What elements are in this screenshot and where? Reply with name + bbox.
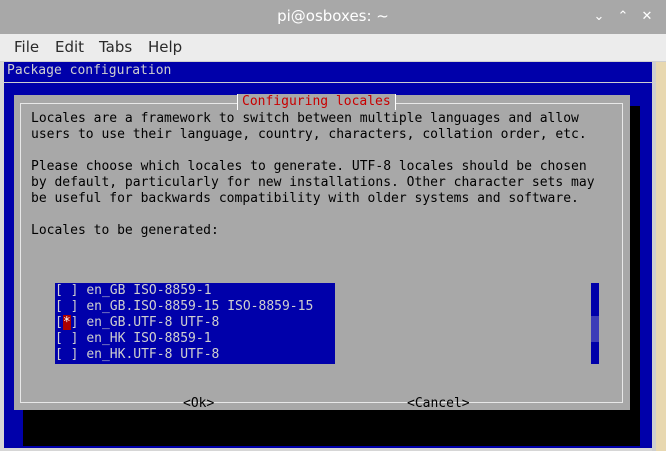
window-titlebar[interactable]: pi@osboxes: ~ ⌄ ⌃ ✕ [0, 0, 666, 35]
list-item[interactable]: [ ] en_HK.UTF-8 UTF-8 [55, 347, 219, 363]
locale-checkbox[interactable] [63, 283, 71, 298]
instructions-line-3: be useful for backwards compatibility wi… [31, 191, 579, 206]
backtitle: Package configuration [7, 63, 172, 78]
locale-checkbox-checked[interactable]: * [62, 315, 71, 330]
cancel-button[interactable]: <Cancel> [407, 396, 470, 412]
locales-dialog: Configuring locales Locales are a framew… [14, 94, 630, 412]
menu-edit[interactable]: Edit [55, 38, 84, 56]
minimize-icon[interactable]: ⌄ [590, 8, 608, 26]
dialog-shadow-bottom [23, 410, 640, 446]
locale-label: en_HK ISO-8859-1 [86, 331, 212, 346]
menu-tabs[interactable]: Tabs [99, 38, 132, 56]
locale-label: en_GB.UTF-8 UTF-8 [86, 315, 220, 330]
locale-checkbox[interactable] [63, 347, 71, 362]
dialog-title: Configuring locales [237, 94, 396, 110]
menu-file[interactable]: File [14, 38, 39, 56]
list-scrollbar[interactable] [591, 283, 599, 364]
desktop-edge [656, 62, 666, 451]
instructions-line-2: by default, particularly for new install… [31, 175, 595, 190]
terminal[interactable]: Package configuration Configuring locale… [4, 62, 652, 448]
list-item[interactable]: [ ] en_GB ISO-8859-1 [55, 283, 212, 299]
scrollbar-thumb[interactable] [591, 316, 599, 342]
locale-checkbox[interactable] [63, 299, 71, 314]
intro-line-2: users to use their language, country, ch… [31, 127, 587, 142]
list-item[interactable]: [ ] en_GB.ISO-8859-15 ISO-8859-15 [55, 299, 313, 315]
instructions-line-1: Please choose which locales to generate.… [31, 159, 587, 174]
dialog-shadow [630, 106, 640, 446]
list-item[interactable]: [ ] en_HK ISO-8859-1 [55, 331, 212, 347]
locale-label: en_HK.UTF-8 UTF-8 [86, 347, 220, 362]
intro-line-1: Locales are a framework to switch betwee… [31, 111, 579, 126]
locales-list[interactable]: [ ] en_GB ISO-8859-1 [ ] en_GB.ISO-8859-… [55, 283, 335, 364]
maximize-icon[interactable]: ⌃ [614, 8, 632, 26]
list-item-selected[interactable]: [*] en_GB.UTF-8 UTF-8 [55, 315, 219, 331]
menu-bar: File Edit Tabs Help [0, 34, 666, 62]
locale-label: en_GB.ISO-8859-15 ISO-8859-15 [86, 299, 314, 314]
backtitle-rule [4, 82, 652, 83]
locale-checkbox[interactable] [63, 331, 71, 346]
locale-label: en_GB ISO-8859-1 [86, 283, 212, 298]
window-title: pi@osboxes: ~ [277, 7, 389, 25]
menu-help[interactable]: Help [148, 38, 182, 56]
list-label: Locales to be generated: [31, 223, 219, 238]
close-icon[interactable]: ✕ [638, 8, 656, 26]
ok-button[interactable]: <Ok> [183, 396, 214, 412]
